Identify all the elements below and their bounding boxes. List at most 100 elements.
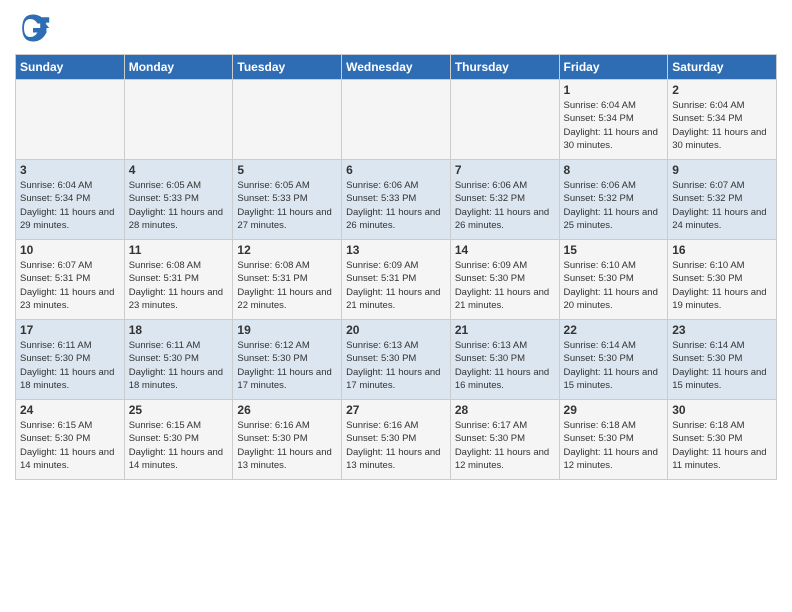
day-info: Sunrise: 6:18 AM Sunset: 5:30 PM Dayligh…	[564, 419, 664, 472]
day-cell: 3 Sunrise: 6:04 AM Sunset: 5:34 PM Daylig…	[16, 160, 125, 240]
day-info: Sunrise: 6:13 AM Sunset: 5:30 PM Dayligh…	[346, 339, 446, 392]
page: SundayMondayTuesdayWednesdayThursdayFrid…	[0, 0, 792, 612]
day-number: 14	[455, 243, 555, 257]
week-row-3: 10 Sunrise: 6:07 AM Sunset: 5:31 PM Dayli…	[16, 240, 777, 320]
weekday-header-thursday: Thursday	[450, 55, 559, 80]
day-number: 7	[455, 163, 555, 177]
day-cell: 28 Sunrise: 6:17 AM Sunset: 5:30 PM Dayli…	[450, 400, 559, 480]
week-row-5: 24 Sunrise: 6:15 AM Sunset: 5:30 PM Dayli…	[16, 400, 777, 480]
weekday-header-friday: Friday	[559, 55, 668, 80]
day-number: 17	[20, 323, 120, 337]
day-number: 29	[564, 403, 664, 417]
day-info: Sunrise: 6:09 AM Sunset: 5:31 PM Dayligh…	[346, 259, 446, 312]
day-info: Sunrise: 6:18 AM Sunset: 5:30 PM Dayligh…	[672, 419, 772, 472]
logo-icon	[15, 10, 51, 46]
day-info: Sunrise: 6:06 AM Sunset: 5:33 PM Dayligh…	[346, 179, 446, 232]
day-cell: 26 Sunrise: 6:16 AM Sunset: 5:30 PM Dayli…	[233, 400, 342, 480]
day-cell: 1 Sunrise: 6:04 AM Sunset: 5:34 PM Daylig…	[559, 80, 668, 160]
day-cell: 29 Sunrise: 6:18 AM Sunset: 5:30 PM Dayli…	[559, 400, 668, 480]
day-cell: 5Sunrise: 6:05 AM Sunset: 5:33 PM Daylig…	[233, 160, 342, 240]
week-row-2: 3 Sunrise: 6:04 AM Sunset: 5:34 PM Daylig…	[16, 160, 777, 240]
day-number: 24	[20, 403, 120, 417]
day-number: 21	[455, 323, 555, 337]
weekday-header-wednesday: Wednesday	[342, 55, 451, 80]
day-cell: 24 Sunrise: 6:15 AM Sunset: 5:30 PM Dayli…	[16, 400, 125, 480]
week-row-1: 1 Sunrise: 6:04 AM Sunset: 5:34 PM Daylig…	[16, 80, 777, 160]
day-cell: 2 Sunrise: 6:04 AM Sunset: 5:34 PM Daylig…	[668, 80, 777, 160]
day-cell	[233, 80, 342, 160]
calendar: SundayMondayTuesdayWednesdayThursdayFrid…	[15, 54, 777, 480]
day-number: 12	[237, 243, 337, 257]
day-cell: 16 Sunrise: 6:10 AM Sunset: 5:30 PM Dayli…	[668, 240, 777, 320]
day-number: 15	[564, 243, 664, 257]
day-cell: 14 Sunrise: 6:09 AM Sunset: 5:30 PM Dayli…	[450, 240, 559, 320]
day-info: Sunrise: 6:07 AM Sunset: 5:31 PM Dayligh…	[20, 259, 120, 312]
day-info: Sunrise: 6:07 AM Sunset: 5:32 PM Dayligh…	[672, 179, 772, 232]
day-number: 10	[20, 243, 120, 257]
day-cell	[16, 80, 125, 160]
day-number: 16	[672, 243, 772, 257]
day-cell: 22 Sunrise: 6:14 AM Sunset: 5:30 PM Dayli…	[559, 320, 668, 400]
day-info: Sunrise: 6:15 AM Sunset: 5:30 PM Dayligh…	[129, 419, 229, 472]
weekday-header-row: SundayMondayTuesdayWednesdayThursdayFrid…	[16, 55, 777, 80]
day-number: 6	[346, 163, 446, 177]
day-cell: 10 Sunrise: 6:07 AM Sunset: 5:31 PM Dayli…	[16, 240, 125, 320]
day-cell: 27 Sunrise: 6:16 AM Sunset: 5:30 PM Dayli…	[342, 400, 451, 480]
day-info: Sunrise: 6:10 AM Sunset: 5:30 PM Dayligh…	[672, 259, 772, 312]
day-cell: 15 Sunrise: 6:10 AM Sunset: 5:30 PM Dayli…	[559, 240, 668, 320]
day-number: 11	[129, 243, 229, 257]
day-number: 3	[20, 163, 120, 177]
day-info: Sunrise: 6:04 AM Sunset: 5:34 PM Dayligh…	[20, 179, 120, 232]
weekday-header-saturday: Saturday	[668, 55, 777, 80]
day-cell: 19 Sunrise: 6:12 AM Sunset: 5:30 PM Dayli…	[233, 320, 342, 400]
day-number: 1	[564, 83, 664, 97]
day-info: Sunrise: 6:06 AM Sunset: 5:32 PM Dayligh…	[455, 179, 555, 232]
day-cell: 13 Sunrise: 6:09 AM Sunset: 5:31 PM Dayli…	[342, 240, 451, 320]
day-cell: 30 Sunrise: 6:18 AM Sunset: 5:30 PM Dayli…	[668, 400, 777, 480]
day-number: 8	[564, 163, 664, 177]
day-number: 2	[672, 83, 772, 97]
day-cell: 21Sunrise: 6:13 AM Sunset: 5:30 PM Dayli…	[450, 320, 559, 400]
day-info: Sunrise: 6:15 AM Sunset: 5:30 PM Dayligh…	[20, 419, 120, 472]
day-info: Sunrise: 6:04 AM Sunset: 5:34 PM Dayligh…	[672, 99, 772, 152]
day-info: Sunrise: 6:14 AM Sunset: 5:30 PM Dayligh…	[564, 339, 664, 392]
day-cell: 12 Sunrise: 6:08 AM Sunset: 5:31 PM Dayli…	[233, 240, 342, 320]
day-number: 23	[672, 323, 772, 337]
day-number: 22	[564, 323, 664, 337]
day-cell: 23Sunrise: 6:14 AM Sunset: 5:30 PM Dayli…	[668, 320, 777, 400]
day-number: 27	[346, 403, 446, 417]
day-number: 25	[129, 403, 229, 417]
day-info: Sunrise: 6:12 AM Sunset: 5:30 PM Dayligh…	[237, 339, 337, 392]
day-cell	[450, 80, 559, 160]
day-number: 30	[672, 403, 772, 417]
day-info: Sunrise: 6:17 AM Sunset: 5:30 PM Dayligh…	[455, 419, 555, 472]
week-row-4: 17 Sunrise: 6:11 AM Sunset: 5:30 PM Dayli…	[16, 320, 777, 400]
day-info: Sunrise: 6:09 AM Sunset: 5:30 PM Dayligh…	[455, 259, 555, 312]
day-info: Sunrise: 6:16 AM Sunset: 5:30 PM Dayligh…	[346, 419, 446, 472]
day-cell: 9Sunrise: 6:07 AM Sunset: 5:32 PM Daylig…	[668, 160, 777, 240]
day-info: Sunrise: 6:11 AM Sunset: 5:30 PM Dayligh…	[129, 339, 229, 392]
day-cell: 11Sunrise: 6:08 AM Sunset: 5:31 PM Dayli…	[124, 240, 233, 320]
logo	[15, 10, 55, 46]
day-info: Sunrise: 6:11 AM Sunset: 5:30 PM Dayligh…	[20, 339, 120, 392]
day-info: Sunrise: 6:08 AM Sunset: 5:31 PM Dayligh…	[237, 259, 337, 312]
day-cell: 8 Sunrise: 6:06 AM Sunset: 5:32 PM Daylig…	[559, 160, 668, 240]
day-number: 26	[237, 403, 337, 417]
day-number: 20	[346, 323, 446, 337]
day-cell: 6 Sunrise: 6:06 AM Sunset: 5:33 PM Daylig…	[342, 160, 451, 240]
day-info: Sunrise: 6:06 AM Sunset: 5:32 PM Dayligh…	[564, 179, 664, 232]
day-info: Sunrise: 6:04 AM Sunset: 5:34 PM Dayligh…	[564, 99, 664, 152]
day-cell: 17 Sunrise: 6:11 AM Sunset: 5:30 PM Dayli…	[16, 320, 125, 400]
weekday-header-sunday: Sunday	[16, 55, 125, 80]
day-cell: 7 Sunrise: 6:06 AM Sunset: 5:32 PM Daylig…	[450, 160, 559, 240]
day-info: Sunrise: 6:10 AM Sunset: 5:30 PM Dayligh…	[564, 259, 664, 312]
day-info: Sunrise: 6:05 AM Sunset: 5:33 PM Dayligh…	[237, 179, 337, 232]
day-cell: 4Sunrise: 6:05 AM Sunset: 5:33 PM Daylig…	[124, 160, 233, 240]
day-number: 13	[346, 243, 446, 257]
day-number: 28	[455, 403, 555, 417]
day-cell: 20 Sunrise: 6:13 AM Sunset: 5:30 PM Dayli…	[342, 320, 451, 400]
day-info: Sunrise: 6:16 AM Sunset: 5:30 PM Dayligh…	[237, 419, 337, 472]
day-cell	[342, 80, 451, 160]
day-cell: 18Sunrise: 6:11 AM Sunset: 5:30 PM Dayli…	[124, 320, 233, 400]
day-number: 19	[237, 323, 337, 337]
